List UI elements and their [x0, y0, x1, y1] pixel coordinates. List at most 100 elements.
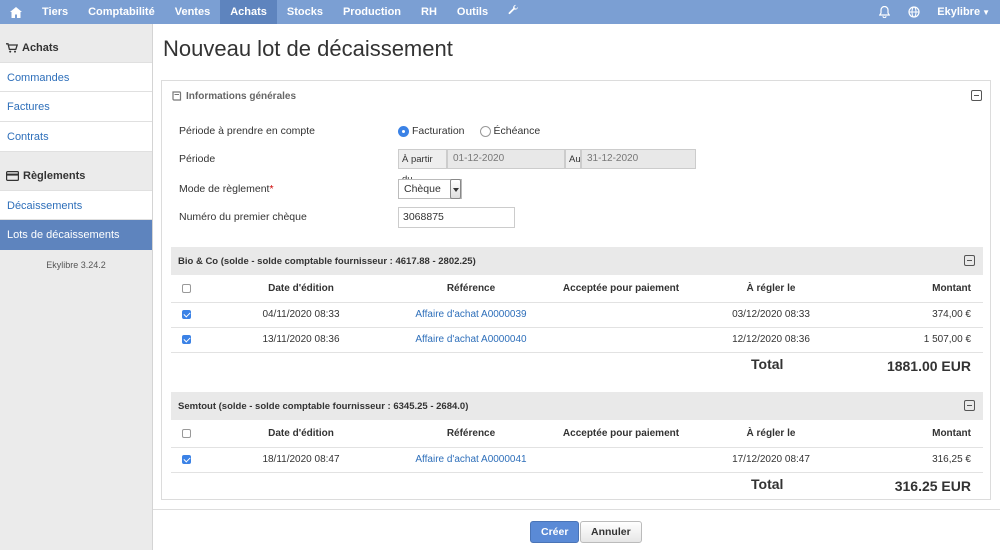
table-header: Date d'édition Référence Acceptée pour p… — [171, 422, 983, 446]
from-date-field[interactable]: 01-12-2020 — [447, 149, 565, 169]
nav-comptabilite[interactable]: Comptabilité — [78, 0, 165, 24]
to-date-field[interactable]: 31-12-2020 — [581, 149, 696, 169]
user-name: Ekylibre — [937, 6, 981, 18]
total-label: Total — [751, 356, 784, 372]
language-button[interactable] — [899, 0, 929, 24]
row-due: 12/12/2020 08:36 — [732, 334, 810, 345]
book-icon — [172, 91, 182, 101]
section-title: Informations générales — [186, 90, 297, 102]
select-all-cell — [182, 422, 192, 446]
select-caret-icon — [450, 179, 461, 199]
from-date-addon: À partir du — [398, 149, 447, 185]
radio-echeance[interactable] — [479, 125, 491, 137]
sidebar-section-reglements: Règlements — [0, 162, 152, 190]
sidebar-item-decaissements[interactable]: Décaissements — [0, 190, 152, 220]
table-row: 04/11/2020 08:33 Affaire d'achat A000003… — [171, 302, 983, 326]
col-amount: Montant — [932, 283, 971, 294]
col-due: À régler le — [746, 428, 796, 439]
sidebar-item-commandes[interactable]: Commandes — [0, 62, 152, 92]
payment-mode-text: Mode de règlement — [179, 183, 270, 195]
collapse-group-button[interactable] — [964, 400, 975, 411]
first-cheque-input[interactable]: 3068875 — [398, 207, 515, 228]
row-checkbox[interactable] — [182, 334, 191, 344]
sidebar-item-contrats[interactable]: Contrats — [0, 122, 152, 152]
user-menu[interactable]: Ekylibre ▼ — [929, 6, 1000, 18]
supplier-group-title: Semtout (solde - solde comptable fournis… — [178, 400, 469, 412]
row-due: 17/12/2020 08:47 — [732, 454, 810, 465]
collapse-group-button[interactable] — [964, 255, 975, 266]
row-checkbox[interactable] — [182, 454, 191, 464]
row-date: 04/11/2020 08:33 — [262, 309, 340, 320]
supplier-group-header: Semtout (solde - solde comptable fournis… — [171, 392, 983, 420]
top-navigation-bar: Tiers Comptabilité Ventes Achats Stocks … — [0, 0, 1000, 24]
sidebar-item-lots-de-decaissements[interactable]: Lots de décaissements — [0, 220, 152, 250]
home-button[interactable] — [0, 0, 32, 24]
sidebar-section-achats: Achats — [0, 34, 152, 62]
row-date: 18/11/2020 08:47 — [262, 454, 340, 465]
form-actions: Créer Annuler — [153, 509, 1000, 550]
table-header: Date d'édition Référence Acceptée pour p… — [171, 277, 983, 301]
period-basis-radio-group: Facturation Échéance — [398, 125, 540, 137]
sidebar-section-label: Achats — [22, 42, 59, 54]
select-all-checkbox[interactable] — [182, 283, 191, 293]
row-select-cell — [182, 303, 192, 327]
col-reference: Référence — [446, 283, 496, 294]
table-row: 13/11/2020 08:36 Affaire d'achat A000004… — [171, 327, 983, 351]
row-select-cell — [182, 448, 192, 472]
nav-production[interactable]: Production — [333, 0, 411, 24]
payment-mode-select[interactable]: Chèque — [398, 179, 462, 199]
chevron-down-icon: ▼ — [982, 8, 990, 17]
home-icon — [10, 6, 22, 18]
total-label: Total — [751, 476, 784, 492]
first-cheque-label: Numéro du premier chèque — [179, 211, 307, 223]
nav-rh[interactable]: RH — [411, 0, 447, 24]
col-reference: Référence — [446, 428, 496, 439]
nav-tiers[interactable]: Tiers — [32, 0, 78, 24]
create-button[interactable]: Créer — [530, 521, 580, 543]
total-value: 1881.00 EUR — [886, 358, 971, 374]
cart-icon — [6, 43, 18, 53]
table-row: 18/11/2020 08:47 Affaire d'achat A000004… — [171, 447, 983, 471]
row-select-cell — [182, 328, 192, 352]
supplier-group-header: Bio & Co (solde - solde comptable fourni… — [171, 247, 983, 275]
radio-echeance-label: Échéance — [493, 125, 541, 137]
col-date: Date d'édition — [268, 428, 334, 439]
general-info-header: Informations générales — [162, 81, 990, 111]
period-basis-label: Période à prendre en compte — [179, 125, 316, 137]
nav-right-group: Ekylibre ▼ — [869, 0, 1000, 24]
nav-ventes[interactable]: Ventes — [165, 0, 220, 24]
col-amount: Montant — [932, 428, 971, 439]
row-amount: 374,00 € — [932, 309, 971, 320]
payment-mode-value: Chèque — [404, 183, 441, 195]
row-date: 13/11/2020 08:36 — [262, 334, 340, 345]
cancel-button[interactable]: Annuler — [580, 521, 642, 543]
app-version: Ekylibre 3.24.2 — [46, 260, 106, 270]
nav-stocks[interactable]: Stocks — [277, 0, 333, 24]
row-reference-link[interactable]: Affaire d'achat A0000041 — [371, 448, 571, 472]
select-all-checkbox[interactable] — [182, 428, 191, 438]
notifications-button[interactable] — [869, 0, 899, 24]
row-reference-link[interactable]: Affaire d'achat A0000039 — [371, 303, 571, 327]
col-due: À régler le — [746, 283, 796, 294]
required-marker: * — [269, 183, 274, 195]
collapse-general-button[interactable] — [971, 90, 982, 101]
payment-mode-label: Mode de règlement* — [179, 183, 274, 195]
row-due: 03/12/2020 08:33 — [732, 309, 810, 320]
radio-facturation-label: Facturation — [412, 125, 465, 137]
row-amount: 1 507,00 € — [923, 334, 971, 345]
period-label: Période — [179, 153, 216, 165]
main-content: Nouveau lot de décaissement Informations… — [153, 24, 1000, 550]
nav-achats[interactable]: Achats — [220, 0, 277, 24]
supplier-group-title: Bio & Co (solde - solde comptable fourni… — [178, 255, 476, 267]
total-value: 316.25 EUR — [894, 478, 971, 494]
nav-outils[interactable]: Outils — [447, 0, 498, 24]
col-accepted: Acceptée pour paiement — [562, 428, 680, 439]
nav-settings[interactable] — [498, 0, 529, 24]
radio-facturation[interactable] — [398, 125, 409, 137]
row-reference-link[interactable]: Affaire d'achat A0000040 — [371, 328, 571, 352]
row-checkbox[interactable] — [182, 309, 191, 319]
sidebar-item-factures[interactable]: Factures — [0, 92, 152, 122]
globe-icon — [908, 6, 920, 18]
credit-card-icon — [6, 171, 19, 181]
group-total-row: Total 1881.00 EUR — [171, 352, 983, 378]
